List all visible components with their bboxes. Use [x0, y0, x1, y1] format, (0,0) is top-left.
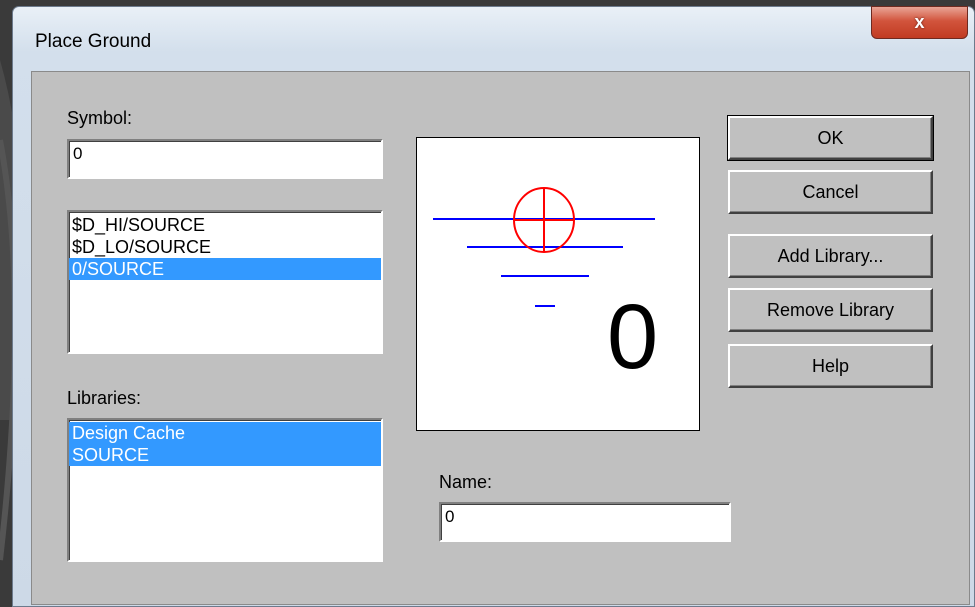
close-button[interactable]: x — [871, 6, 968, 39]
list-item[interactable]: $D_HI/SOURCE — [69, 214, 381, 236]
help-button[interactable]: Help — [728, 344, 933, 388]
dialog-client-area: Symbol: 0 $D_HI/SOURCE $D_LO/SOURCE 0/SO… — [31, 71, 970, 605]
list-item[interactable]: SOURCE — [69, 444, 381, 466]
ground-symbol-graphic: 0 — [433, 187, 658, 388]
name-input[interactable]: 0 — [439, 502, 731, 542]
name-label: Name: — [439, 472, 493, 492]
list-item[interactable]: $D_LO/SOURCE — [69, 236, 381, 258]
cancel-button[interactable]: Cancel — [728, 170, 933, 214]
symbol-list[interactable]: $D_HI/SOURCE $D_LO/SOURCE 0/SOURCE — [67, 210, 383, 354]
symbol-input[interactable]: 0 — [67, 139, 383, 179]
list-item[interactable]: 0/SOURCE — [69, 258, 381, 280]
libraries-label: Libraries: — [67, 388, 142, 408]
list-item[interactable]: Design Cache — [69, 422, 381, 444]
ok-button[interactable]: OK — [727, 115, 934, 161]
preview-symbol-text: 0 — [607, 286, 658, 388]
remove-library-button[interactable]: Remove Library — [728, 288, 933, 332]
close-icon: x — [914, 12, 925, 32]
libraries-list[interactable]: Design Cache SOURCE — [67, 418, 383, 562]
symbol-preview: 0 — [416, 137, 700, 431]
dialog-title: Place Ground — [35, 31, 152, 52]
symbol-label: Symbol: — [67, 108, 133, 128]
add-library-button[interactable]: Add Library... — [728, 234, 933, 278]
place-ground-dialog: Place Ground x Symbol: 0 $D_HI/SOURCE $D… — [12, 6, 975, 607]
